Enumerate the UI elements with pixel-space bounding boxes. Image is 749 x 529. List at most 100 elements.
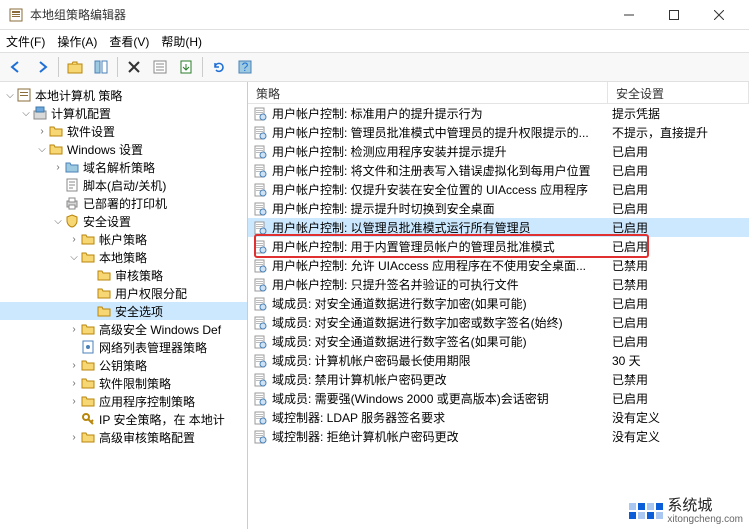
policy-row[interactable]: 用户帐户控制: 仅提升安装在安全位置的 UIAccess 应用程序已启用 [248, 180, 749, 199]
toolbar: ? [0, 52, 749, 82]
policy-setting: 已禁用 [608, 257, 749, 274]
policy-row[interactable]: 用户帐户控制: 将文件和注册表写入错误虚拟化到每用户位置已启用 [248, 161, 749, 180]
policy-setting: 没有定义 [608, 409, 749, 426]
tree-cfg-icon [32, 105, 48, 121]
policy-row[interactable]: 用户帐户控制: 标准用户的提升提示行为提示凭据 [248, 104, 749, 123]
tree-item-local_policy[interactable]: ⌵本地策略 [0, 248, 247, 266]
policy-icon [252, 201, 268, 217]
tree-item-label: 高级安全 Windows Def [99, 321, 221, 338]
list-header: 策略 安全设置 [248, 82, 749, 104]
policy-row[interactable]: 域控制器: 拒绝计算机帐户密码更改没有定义 [248, 427, 749, 446]
tree-item-security[interactable]: ⌵安全设置 [0, 212, 247, 230]
col-setting[interactable]: 安全设置 [608, 82, 749, 103]
properties-button[interactable] [148, 55, 172, 79]
tree-twisty-icon[interactable]: › [68, 234, 80, 245]
policy-row[interactable]: 用户帐户控制: 以管理员批准模式运行所有管理员已启用 [248, 218, 749, 237]
tree-folder-icon [80, 429, 96, 445]
maximize-button[interactable] [651, 1, 696, 29]
tree-twisty-icon[interactable]: ⌵ [20, 108, 32, 119]
policy-row[interactable]: 域成员: 对安全通道数据进行数字签名(如果可能)已启用 [248, 332, 749, 351]
policy-icon [252, 315, 268, 331]
tree-twisty-icon[interactable]: › [68, 360, 80, 371]
up-folder-button[interactable] [63, 55, 87, 79]
policy-row[interactable]: 用户帐户控制: 管理员批准模式中管理员的提升权限提示的...不提示，直接提升 [248, 123, 749, 142]
policy-row[interactable]: 域控制器: LDAP 服务器签名要求没有定义 [248, 408, 749, 427]
tree-twisty-icon[interactable]: ⌵ [68, 252, 80, 263]
menu-action[interactable]: 操作(A) [57, 33, 97, 50]
policy-name: 用户帐户控制: 只提升签名并验证的可执行文件 [272, 276, 519, 293]
forward-button[interactable] [30, 55, 54, 79]
back-button[interactable] [4, 55, 28, 79]
tree-item-label: 安全选项 [115, 303, 163, 320]
tree-twisty-icon[interactable]: ⌵ [36, 144, 48, 155]
col-policy[interactable]: 策略 [248, 82, 608, 103]
menu-help[interactable]: 帮助(H) [161, 33, 202, 50]
help-button[interactable]: ? [233, 55, 257, 79]
tree-item-label: 应用程序控制策略 [99, 393, 195, 410]
tree-folder-icon [80, 375, 96, 391]
close-button[interactable] [696, 1, 741, 29]
minimize-button[interactable] [606, 1, 651, 29]
policy-row[interactable]: 用户帐户控制: 用于内置管理员帐户的管理员批准模式已启用 [248, 237, 749, 256]
policy-row[interactable]: 域成员: 对安全通道数据进行数字加密(如果可能)已启用 [248, 294, 749, 313]
policy-setting: 已禁用 [608, 276, 749, 293]
tree-item-software_restrict[interactable]: › 软件限制策略 [0, 374, 247, 392]
tree-item-account_policy[interactable]: ›帐户策略 [0, 230, 247, 248]
tree-twisty-icon[interactable]: ⌵ [52, 216, 64, 227]
policy-icon [252, 106, 268, 122]
delete-button[interactable] [122, 55, 146, 79]
list-pane: 策略 安全设置 用户帐户控制: 标准用户的提升提示行为提示凭据用户帐户控制: 管… [248, 82, 749, 529]
policy-row[interactable]: 域成员: 需要强(Windows 2000 或更高版本)会话密钥已启用 [248, 389, 749, 408]
menu-view[interactable]: 查看(V) [109, 33, 149, 50]
menu-file[interactable]: 文件(F) [6, 33, 45, 50]
tree-item-ip_sec[interactable]: IP 安全策略，在 本地计 [0, 410, 247, 428]
policy-row[interactable]: 域成员: 对安全通道数据进行数字加密或数字签名(始终)已启用 [248, 313, 749, 332]
tree-twisty-icon[interactable]: › [68, 432, 80, 443]
tree-item-software[interactable]: ›软件设置 [0, 122, 247, 140]
policy-row[interactable]: 用户帐户控制: 只提升签名并验证的可执行文件 已禁用 [248, 275, 749, 294]
policy-row[interactable]: 域成员: 禁用计算机帐户密码更改已禁用 [248, 370, 749, 389]
tree-twisty-icon[interactable]: › [68, 324, 80, 335]
tree-key-icon [80, 411, 96, 427]
show-hide-tree-button[interactable] [89, 55, 113, 79]
tree-item-scripts[interactable]: 脚本(启动/关机) [0, 176, 247, 194]
tree-item-security_options[interactable]: 安全选项 [0, 302, 247, 320]
policy-row[interactable]: 域成员: 计算机帐户密码最长使用期限30 天 [248, 351, 749, 370]
policy-setting: 已启用 [608, 314, 749, 331]
policy-icon [252, 277, 268, 293]
list-body[interactable]: 用户帐户控制: 标准用户的提升提示行为提示凭据用户帐户控制: 管理员批准模式中管… [248, 104, 749, 529]
policy-row[interactable]: 用户帐户控制: 提示提升时切换到安全桌面已启用 [248, 199, 749, 218]
tree-item-app_control[interactable]: › 应用程序控制策略 [0, 392, 247, 410]
tree-twisty-icon[interactable]: ⌵ [4, 90, 16, 101]
tree-item-label: 软件限制策略 [99, 375, 171, 392]
tree-item-dns_policy[interactable]: ›域名解析策略 [0, 158, 247, 176]
refresh-button[interactable] [207, 55, 231, 79]
policy-name: 用户帐户控制: 用于内置管理员帐户的管理员批准模式 [272, 238, 555, 255]
policy-row[interactable]: 用户帐户控制: 检测应用程序安装并提示提升已启用 [248, 142, 749, 161]
tree-pane[interactable]: ⌵本地计算机 策略⌵计算机配置›软件设置⌵Windows 设置›域名解析策略脚本… [0, 82, 248, 529]
tree-twisty-icon[interactable]: › [52, 162, 64, 173]
tree-item-windows_settings[interactable]: ⌵Windows 设置 [0, 140, 247, 158]
tree-item-adv_windows_def[interactable]: › 高级安全 Windows Def [0, 320, 247, 338]
tree-item-user_rights[interactable]: 用户权限分配 [0, 284, 247, 302]
policy-name: 域成员: 对安全通道数据进行数字签名(如果可能) [272, 333, 527, 350]
policy-icon [252, 296, 268, 312]
tree-item-public_key[interactable]: ›公钥策略 [0, 356, 247, 374]
tree-twisty-icon[interactable]: › [36, 126, 48, 137]
tree-twisty-icon[interactable]: › [68, 396, 80, 407]
tree-item-root[interactable]: ⌵本地计算机 策略 [0, 86, 247, 104]
tree-item-printers[interactable]: 已部署的打印机 [0, 194, 247, 212]
tree-item-network_list[interactable]: 网络列表管理器策略 [0, 338, 247, 356]
tree-folder-icon [80, 321, 96, 337]
svg-text:?: ? [242, 60, 249, 74]
tree-item-adv_audit[interactable]: ›高级审核策略配置 [0, 428, 247, 446]
tree-printer-icon [64, 195, 80, 211]
policy-row[interactable]: 用户帐户控制: 允许 UIAccess 应用程序在不使用安全桌面...已禁用 [248, 256, 749, 275]
tree-item-audit_policy[interactable]: 审核策略 [0, 266, 247, 284]
tree-item-computer_config[interactable]: ⌵计算机配置 [0, 104, 247, 122]
policy-setting: 提示凭据 [608, 105, 749, 122]
tree-twisty-icon[interactable]: › [68, 378, 80, 389]
policy-setting: 已启用 [608, 390, 749, 407]
policy-setting: 已启用 [608, 143, 749, 160]
export-button[interactable] [174, 55, 198, 79]
